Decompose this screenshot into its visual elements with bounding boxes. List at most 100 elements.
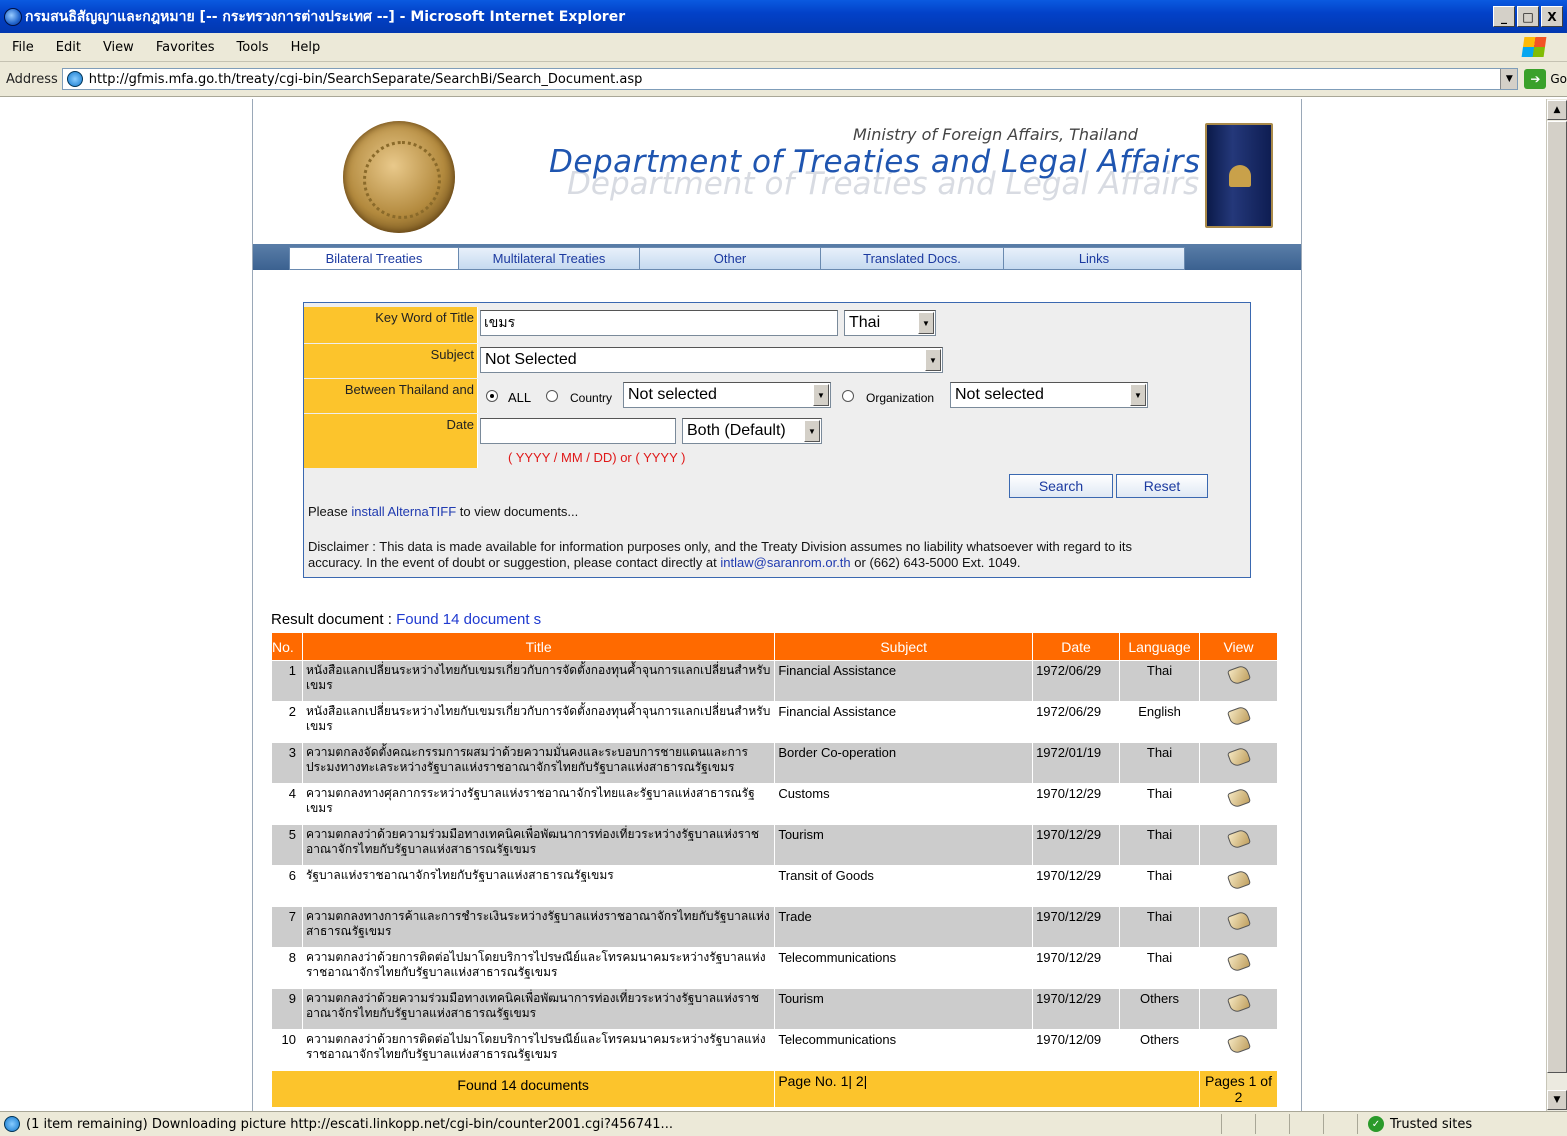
keyword-input[interactable]: เขมร [480, 310, 838, 336]
status-message: (1 item remaining) Downloading picture h… [26, 1116, 673, 1132]
keyword-row: Key Word of Title เขมร Thai ▼ [304, 307, 1250, 343]
tab-multilateral-treaties[interactable]: Multilateral Treaties [458, 247, 640, 270]
menu-view[interactable]: View [103, 40, 134, 55]
chevron-down-icon[interactable]: ▼ [1130, 384, 1146, 406]
scroll-down-icon[interactable]: ▼ [1547, 1090, 1567, 1110]
reset-button[interactable]: Reset [1116, 474, 1208, 498]
window-titlebar: กรมสนธิสัญญาและกฎหมาย [-- กระทรวงการต่าง… [0, 0, 1567, 33]
row-title: ความตกลงว่าด้วยความร่วมมือทางเทคนิคเพื่อ… [301, 988, 776, 1030]
row-date: 1970/12/29 [1032, 906, 1121, 948]
table-row: 8 ความตกลงว่าด้วยการติดต่อไปมาโดยบริการไป… [271, 947, 1278, 989]
tab-other[interactable]: Other [639, 247, 821, 270]
row-no: 1 [271, 660, 303, 702]
vertical-scrollbar[interactable]: ▲ ▼ [1546, 99, 1567, 1111]
status-segment [1255, 1114, 1289, 1134]
status-bar: (1 item remaining) Downloading picture h… [0, 1111, 1567, 1136]
menu-favorites[interactable]: Favorites [156, 40, 215, 55]
tab-links[interactable]: Links [1003, 247, 1185, 270]
organization-select-value[interactable]: Not selected [955, 386, 1044, 404]
row-view-cell [1199, 742, 1278, 784]
organization-select[interactable]: Not selected ▼ [950, 382, 1148, 408]
menu-tools[interactable]: Tools [237, 40, 269, 55]
language-select[interactable]: Thai ▼ [844, 310, 936, 336]
result-label: Result document : [271, 611, 392, 628]
view-document-icon[interactable] [1226, 664, 1251, 686]
trusted-check-icon: ✓ [1368, 1116, 1384, 1132]
date-input[interactable] [480, 418, 676, 444]
subject-row: Subject Not Selected ▼ [304, 344, 1250, 378]
row-subject: Tourism [774, 988, 1034, 1030]
view-document-icon[interactable] [1226, 828, 1251, 850]
language-select-value[interactable]: Thai [849, 314, 880, 332]
maximize-button[interactable]: □ [1517, 6, 1539, 27]
row-no: 9 [271, 988, 303, 1030]
row-language: Thai [1119, 947, 1201, 989]
view-document-icon[interactable] [1226, 910, 1251, 932]
col-view: View [1199, 632, 1278, 661]
address-input[interactable]: http://gfmis.mfa.go.th/treaty/cgi-bin/Se… [61, 68, 1519, 90]
radio-organization-label: Organization [866, 391, 935, 405]
view-document-icon[interactable] [1226, 1033, 1251, 1055]
status-segment [1289, 1114, 1323, 1134]
row-language: English [1119, 701, 1201, 743]
row-title: รัฐบาลแห่งราชอาณาจักรไทยกับรัฐบาลแห่งสาธ… [301, 865, 776, 907]
scroll-up-icon[interactable]: ▲ [1547, 100, 1567, 120]
chevron-down-icon[interactable]: ▼ [813, 384, 829, 406]
country-select[interactable]: Not selected ▼ [623, 382, 831, 408]
view-document-icon[interactable] [1226, 787, 1251, 809]
minimize-button[interactable]: _ [1493, 6, 1515, 27]
address-dropdown-icon[interactable]: ▼ [1500, 69, 1518, 89]
country-select-value[interactable]: Not selected [628, 386, 717, 404]
row-language: Thai [1119, 906, 1201, 948]
view-document-icon[interactable] [1226, 951, 1251, 973]
garuda-emblem-icon [1229, 165, 1251, 187]
footer-page-links[interactable]: Page No. 1| 2| [774, 1070, 1201, 1108]
scroll-thumb[interactable] [1547, 121, 1567, 1073]
row-date: 1972/06/29 [1032, 660, 1121, 702]
chevron-down-icon[interactable]: ▼ [804, 420, 820, 442]
radio-all[interactable] [486, 390, 498, 402]
view-document-icon[interactable] [1226, 705, 1251, 727]
tab-translated-docs[interactable]: Translated Docs. [820, 247, 1004, 270]
row-subject: Telecommunications [774, 1029, 1034, 1071]
view-document-icon[interactable] [1226, 746, 1251, 768]
address-bar: Address http://gfmis.mfa.go.th/treaty/cg… [0, 62, 1567, 97]
radio-country[interactable] [546, 390, 558, 402]
go-label[interactable]: Go [1550, 72, 1567, 86]
radio-country-label: Country [570, 391, 613, 405]
footer-found: Found 14 documents [270, 1070, 776, 1108]
view-document-icon[interactable] [1226, 992, 1251, 1014]
date-mode-select[interactable]: Both (Default) ▼ [682, 418, 822, 444]
radio-organization[interactable] [842, 390, 854, 402]
go-arrow-icon[interactable]: ➔ [1524, 69, 1547, 89]
tab-bilateral-treaties[interactable]: Bilateral Treaties [289, 247, 459, 270]
menu-edit[interactable]: Edit [56, 40, 81, 55]
col-title: Title [301, 632, 776, 661]
col-subject: Subject [774, 632, 1034, 661]
install-alternatiff-link[interactable]: install AlternaTIFF [351, 504, 456, 519]
subject-select[interactable]: Not Selected ▼ [480, 347, 943, 373]
row-view-cell [1199, 988, 1278, 1030]
row-language: Thai [1119, 824, 1201, 866]
go-button[interactable]: ➔ Go [1524, 69, 1567, 89]
date-label: Date [304, 414, 477, 468]
menu-file[interactable]: File [12, 40, 34, 55]
subject-select-value[interactable]: Not Selected [485, 351, 577, 369]
close-button[interactable]: X [1541, 6, 1563, 27]
disclaimer: Disclaimer : This data is made available… [308, 539, 1132, 571]
between-row: Between Thailand and ALL Country Not sel… [304, 379, 1250, 413]
contact-email-link[interactable]: intlaw@saranrom.or.th [720, 555, 850, 570]
row-date: 1972/01/19 [1032, 742, 1121, 784]
ministry-seal-logo [343, 121, 455, 233]
address-url[interactable]: http://gfmis.mfa.go.th/treaty/cgi-bin/Se… [89, 72, 643, 87]
date-mode-value[interactable]: Both (Default) [687, 422, 786, 440]
row-no: 3 [271, 742, 303, 784]
view-document-icon[interactable] [1226, 869, 1251, 891]
row-language: Thai [1119, 783, 1201, 825]
chevron-down-icon[interactable]: ▼ [925, 349, 941, 371]
search-button[interactable]: Search [1009, 474, 1113, 498]
menu-help[interactable]: Help [291, 40, 321, 55]
chevron-down-icon[interactable]: ▼ [918, 312, 934, 334]
row-date: 1970/12/29 [1032, 824, 1121, 866]
window-title: กรมสนธิสัญญาและกฎหมาย [-- กระทรวงการต่าง… [25, 8, 626, 25]
